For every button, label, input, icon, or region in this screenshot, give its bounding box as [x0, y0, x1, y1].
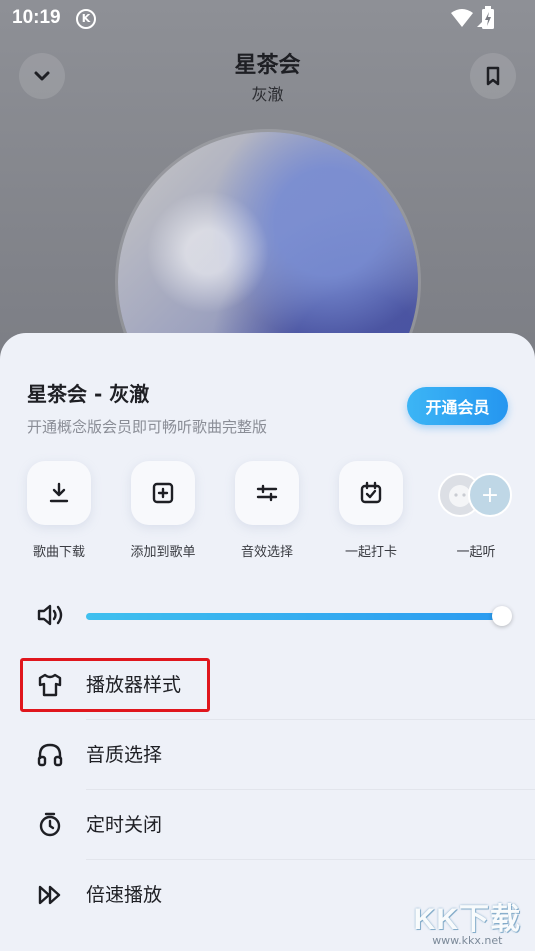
highlight-annotation-box — [20, 658, 210, 712]
volume-slider[interactable] — [36, 598, 516, 632]
watermark-text: KK下载 — [413, 903, 521, 936]
menu-label: 倍速播放 — [86, 884, 163, 906]
download-icon — [49, 482, 69, 503]
listen-together-icon: + — [468, 473, 512, 517]
speaker-icon — [37, 604, 63, 626]
speed-icon — [38, 885, 61, 905]
action-listen-together[interactable]: + 一起听 — [431, 461, 521, 560]
sheet-subtitle: 开通概念版会员即可畅听歌曲完整版 — [27, 418, 268, 436]
volume-track[interactable] — [86, 613, 506, 620]
watermark: KK下载 www.kkx.net — [414, 894, 521, 947]
battery-icon — [482, 6, 494, 29]
volume-thumb[interactable] — [491, 606, 512, 626]
action-download[interactable]: 歌曲下载 — [14, 461, 104, 560]
action-label: 歌曲下载 — [32, 545, 85, 560]
menu-label: 定时关闭 — [86, 814, 163, 836]
vip-button[interactable]: 开通会员 — [407, 387, 508, 425]
action-label: 音效选择 — [240, 545, 293, 560]
action-label: 添加到歌单 — [130, 545, 196, 560]
action-add-to-playlist[interactable]: 添加到歌单 — [118, 461, 208, 560]
status-time: 10:19 — [12, 7, 61, 28]
action-label: 一起打卡 — [344, 545, 397, 560]
status-bar: 10:19 K — [0, 0, 535, 36]
song-title: 星茶会 — [234, 53, 301, 78]
more-options-sheet: 星茶会 - 灰澈 开通概念版会员即可畅听歌曲完整版 开通会员 歌曲下载 添加到歌… — [0, 333, 535, 951]
timer-icon — [39, 812, 61, 837]
add-to-playlist-icon — [152, 482, 174, 504]
action-sound-effects[interactable]: 音效选择 — [222, 461, 312, 560]
check-in-icon — [360, 481, 382, 504]
equalizer-icon — [256, 484, 278, 502]
menu-audio-quality[interactable]: 音质选择 — [0, 720, 535, 790]
action-label: 一起听 — [456, 545, 496, 560]
song-artist: 灰澈 — [251, 85, 284, 104]
sheet-title: 星茶会 - 灰澈 — [27, 382, 150, 406]
menu-sleep-timer[interactable]: 定时关闭 — [0, 790, 535, 860]
action-check-in[interactable]: 一起打卡 — [326, 461, 416, 560]
menu-label: 音质选择 — [86, 744, 163, 766]
headphones-icon — [37, 743, 63, 767]
k-badge-icon: K — [76, 9, 96, 29]
